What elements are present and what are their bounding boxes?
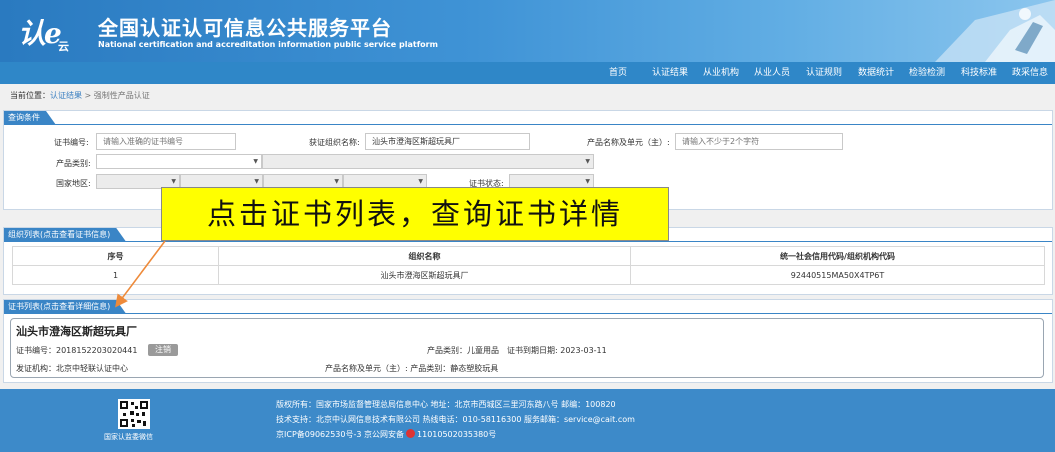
annotation-callout: 点击证书列表，查询证书详情	[161, 187, 669, 241]
site-title: 全国认证认可信息公共服务平台	[98, 16, 392, 40]
panel-divider	[4, 313, 1052, 314]
column-header-org-name: 组织名称	[218, 246, 631, 266]
main-nav: 首页 认证结果 从业机构 从业人员 认证规则 数据统计 检验检测 科技标准 政采…	[0, 62, 1055, 84]
site-subtitle: National certification and accreditation…	[98, 40, 438, 49]
breadcrumb-current: 强制性产品认证	[93, 91, 150, 100]
footer-icp: 京ICP备09062530号-3 京公网安备 11010502035380号	[276, 429, 496, 440]
cert-card-issuer: 发证机构：北京中轻联认证中心	[16, 364, 128, 373]
nav-inspection[interactable]: 检验检测	[909, 62, 945, 84]
column-header-index: 序号	[12, 246, 219, 266]
panel-divider	[4, 124, 1052, 125]
cert-no-input[interactable]	[96, 133, 236, 150]
query-panel-tab: 查询条件	[4, 111, 56, 125]
product-name-label: 产品名称及单元（主）:	[587, 138, 670, 147]
region-label: 国家地区:	[56, 179, 91, 188]
cert-card-product: 产品名称及单元（主）: 产品类别：静态塑胶玩具	[325, 364, 499, 373]
breadcrumb-separator: >	[84, 91, 92, 100]
footer-icp-text[interactable]: 京ICP备09062530号-3 京公网安备	[276, 430, 404, 439]
org-name-input[interactable]: 汕头市澄海区斯超玩具厂	[365, 133, 530, 150]
category-select-secondary[interactable]: ▼	[262, 154, 594, 169]
cert-card-cert-no: 证书编号：2018152203020441	[16, 346, 138, 355]
qr-code-icon	[118, 399, 150, 429]
footer-copyright: 版权所有：国家市场监督管理总局信息中心 地址：北京市西城区三里河东路八号 邮编：…	[276, 400, 616, 409]
org-list-panel-tab: 组织列表(点击查看证书信息)	[4, 228, 126, 242]
table-row[interactable]: 1 汕头市澄海区斯超玩具厂 92440515MA50X4TP6T	[12, 265, 1045, 285]
column-header-credit-code: 统一社会信用代码/组织机构代码	[630, 246, 1045, 266]
police-emblem-icon	[406, 429, 416, 438]
category-select-primary[interactable]: ▼	[96, 154, 262, 169]
panel-divider	[4, 241, 1052, 242]
footer-police-record[interactable]: 11010502035380号	[417, 430, 496, 439]
footer-tech-support: 技术支持：北京中认网信息技术有限公司 热线电话：010-58116300 服务邮…	[276, 415, 635, 424]
nav-institutions[interactable]: 从业机构	[703, 62, 739, 84]
product-name-input[interactable]	[675, 133, 843, 150]
header-decoration-graphic	[935, 0, 1055, 62]
org-table: 序号 组织名称 统一社会信用代码/组织机构代码 1 汕头市澄海区斯超玩具厂 92…	[12, 246, 1045, 285]
nav-standards[interactable]: 科技标准	[961, 62, 997, 84]
breadcrumb-prefix: 当前位置：	[10, 91, 50, 100]
chevron-down-icon: ▼	[585, 158, 590, 165]
status-badge: 注销	[148, 344, 178, 356]
cert-list-panel-tab: 证书列表(点击查看详细信息)	[4, 300, 126, 314]
breadcrumb-link-cert-results[interactable]: 认证结果	[50, 91, 82, 100]
cert-no-label: 证书编号:	[54, 138, 89, 147]
nav-personnel[interactable]: 从业人员	[754, 62, 790, 84]
row-org-name[interactable]: 汕头市澄海区斯超玩具厂	[218, 265, 631, 285]
row-index: 1	[12, 265, 219, 285]
nav-cert-results[interactable]: 认证结果	[652, 62, 688, 84]
nav-procurement[interactable]: 政采信息	[1012, 62, 1048, 84]
site-logo[interactable]: 认e	[18, 12, 62, 52]
site-header: 认e 云 全国认证认可信息公共服务平台 National certificati…	[0, 0, 1055, 62]
site-logo-sub: 云	[58, 40, 69, 53]
cert-card-expiry: 证书到期日期: 2023-03-11	[507, 346, 607, 355]
table-header-row: 序号 组织名称 统一社会信用代码/组织机构代码	[12, 246, 1045, 266]
qr-caption: 国家认监委微信	[104, 433, 153, 441]
cert-card-org-name: 汕头市澄海区斯超玩具厂	[16, 325, 137, 338]
nav-cert-rules[interactable]: 认证规则	[806, 62, 842, 84]
row-credit-code: 92440515MA50X4TP6T	[630, 265, 1045, 285]
cert-card-category: 产品类别：儿童用品	[427, 346, 499, 355]
breadcrumb: 当前位置：认证结果 > 强制性产品认证	[10, 90, 150, 101]
nav-statistics[interactable]: 数据统计	[858, 62, 894, 84]
org-name-label: 获证组织名称:	[309, 138, 360, 147]
chevron-down-icon: ▼	[253, 158, 258, 165]
nav-home[interactable]: 首页	[609, 62, 627, 84]
category-label: 产品类别:	[56, 159, 91, 168]
site-footer: 国家认监委微信 版权所有：国家市场监督管理总局信息中心 地址：北京市西城区三里河…	[0, 389, 1055, 452]
cert-card[interactable]: 汕头市澄海区斯超玩具厂 证书编号：2018152203020441 注销 产品类…	[10, 318, 1044, 378]
